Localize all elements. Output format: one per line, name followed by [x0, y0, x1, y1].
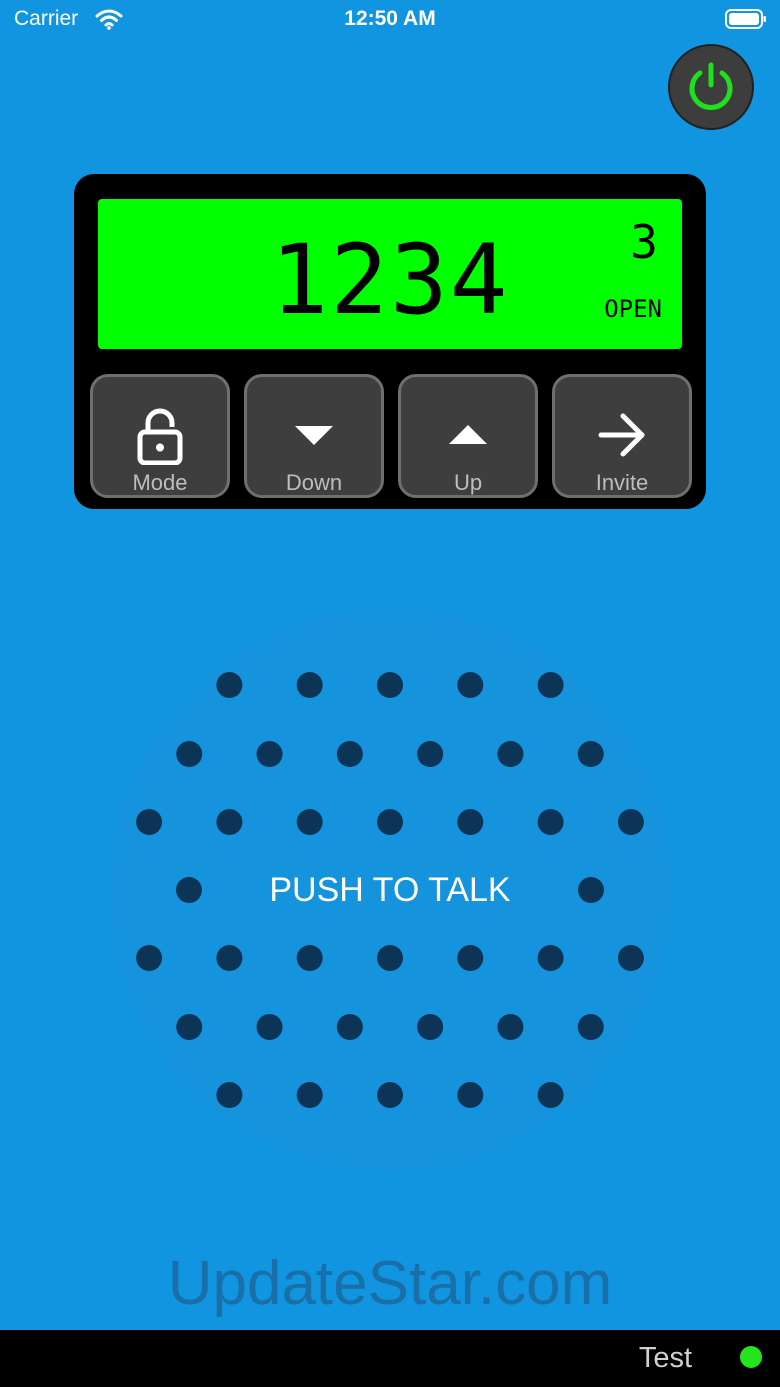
clock: 12:50 AM: [344, 7, 436, 30]
grille-dot: [136, 945, 163, 971]
grille-dot: [256, 741, 283, 767]
grille-dot: [417, 741, 444, 767]
grille-dot: [296, 672, 323, 698]
bottom-bar: Test: [0, 1330, 780, 1387]
grille-dot: [216, 672, 243, 698]
mode-button[interactable]: Mode: [90, 374, 230, 498]
grille-dot: [457, 1082, 484, 1108]
up-button[interactable]: Up: [398, 374, 538, 498]
triangle-up-icon: [449, 425, 487, 444]
down-label: Down: [285, 470, 343, 495]
channel-index: 3: [630, 215, 658, 269]
grille-dot: [577, 1014, 604, 1040]
grille-dot: [537, 1082, 564, 1108]
channel-number: 1234: [270, 224, 510, 336]
radio-panel: 1234 3 OPEN Mode Down Up Invite: [74, 174, 706, 509]
lcd-display: 1234 3 OPEN: [98, 199, 682, 349]
grille-dot: [296, 809, 323, 835]
grille-dot: [457, 945, 484, 971]
grille-dot: [377, 945, 403, 971]
grille-dot: [457, 809, 484, 835]
grille-dot: [577, 741, 604, 767]
grille-dot: [296, 945, 323, 971]
status-indicator: [740, 1346, 762, 1368]
mode-label: Mode: [132, 470, 188, 495]
power-button[interactable]: [668, 44, 754, 130]
grille-dot: [336, 741, 363, 767]
grille-dot: [176, 741, 203, 767]
grille-dot: [377, 1082, 403, 1108]
control-buttons: Mode Down Up Invite: [90, 374, 692, 498]
up-label: Up: [453, 470, 483, 495]
grille-dot: [336, 1014, 363, 1040]
grille-dot: [296, 1082, 323, 1108]
grille-dot: [617, 809, 644, 835]
invite-label: Invite: [595, 470, 649, 495]
grille-dot: [497, 1014, 524, 1040]
bottom-status-text: Test: [638, 1342, 692, 1374]
grille-dot: [377, 809, 403, 835]
battery-icon: [725, 9, 766, 29]
grille-dot: [216, 1082, 243, 1108]
triangle-down-icon: [295, 426, 333, 445]
status-bar: Carrier 12:50 AM: [0, 0, 780, 40]
grille-dot: [136, 809, 163, 835]
grille-dot: [537, 945, 564, 971]
grille-dot: [256, 1014, 283, 1040]
invite-button[interactable]: Invite: [552, 374, 692, 498]
power-icon: [689, 62, 733, 110]
grille-dot: [176, 1014, 203, 1040]
mode-status: OPEN: [604, 295, 662, 323]
push-to-talk-label: PUSH TO TALK: [269, 871, 511, 909]
grille-dot: [216, 945, 243, 971]
grille-dot: [537, 809, 564, 835]
grille-dot: [497, 741, 524, 767]
grille-dot: [417, 1014, 444, 1040]
watermark-text: UpdateStar.com: [167, 1249, 613, 1318]
down-button[interactable]: Down: [244, 374, 384, 498]
grille-dot: [617, 945, 644, 971]
lock-open-icon: [137, 408, 183, 465]
grille-dot: [457, 672, 484, 698]
push-to-talk-button[interactable]: PUSH TO TALK: [108, 608, 672, 1172]
grille-dot: [377, 672, 403, 698]
grille-dot: [216, 809, 243, 835]
grille-dot: [537, 672, 564, 698]
arrow-right-icon: [598, 413, 645, 457]
